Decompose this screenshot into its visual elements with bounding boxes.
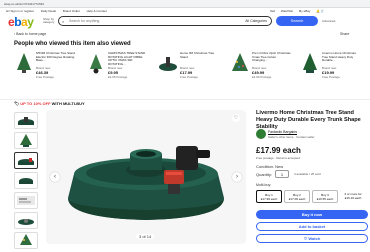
signin-link[interactable]: Hi! Sign in or register <box>6 9 34 13</box>
search-button[interactable]: Search <box>276 16 318 26</box>
multibuy-options: Buy 1 £17.99 each Buy 2 £17.09 each Buy 3 £… <box>256 190 368 204</box>
thumbnail[interactable] <box>14 192 38 209</box>
share-link[interactable]: Share <box>340 32 349 36</box>
seller-name[interactable]: Fantastic Bargains <box>268 130 297 134</box>
multibuy-promo: 🏷 UP TO 10% OFF WITH MULTI-BUY <box>14 101 85 106</box>
also-viewed-card[interactable]: Livermo Home Christmas Tree Stand Heavy … <box>300 51 366 97</box>
prev-image-button[interactable]: ‹ <box>50 172 60 182</box>
daily-deals-link[interactable]: Daily Deals <box>41 9 56 13</box>
product-thumbnail <box>303 53 317 73</box>
shop-by-category[interactable]: Shop by category <box>43 18 57 24</box>
also-viewed-card[interactable]: Home 3M Christmas Tree Stand Brand new £… <box>158 51 220 97</box>
also-viewed-card[interactable]: Pre Lit Fibre Optic Christmas Xmas Tree … <box>230 51 292 97</box>
product-price: £17.99 each <box>256 146 301 155</box>
add-to-basket-button[interactable]: Add to basket <box>256 222 368 231</box>
image-counter: 3 of 14 <box>136 234 155 239</box>
watch-button[interactable]: ♡ Watch <box>256 234 368 243</box>
quantity-label: Quantity: <box>256 172 273 177</box>
also-viewed-card[interactable]: CHRISTMAS TREE STAND ROTATING LIGHT FIBR… <box>86 51 148 97</box>
search-icon: ⌕ <box>62 19 65 24</box>
thumbnail[interactable] <box>14 112 38 129</box>
seller-info: Fantastic Bargains Seller's other items … <box>256 129 368 141</box>
bell-icon[interactable]: 🔔 <box>316 9 320 13</box>
seller-avatar[interactable] <box>256 129 266 139</box>
divider <box>0 99 370 100</box>
product-thumbnail <box>90 54 102 74</box>
thumbnail[interactable] <box>14 132 38 149</box>
quantity-input[interactable]: 1 <box>275 170 289 178</box>
multibuy-option[interactable]: 4 or more for £16.19 each <box>340 190 366 203</box>
thumbnail[interactable] <box>14 172 38 189</box>
main-product-image[interactable]: ‹ › ♡ 3 of 14 <box>46 110 246 244</box>
also-viewed-card[interactable]: 6/5/3M Christmas Tree Stand Electric 360… <box>14 51 76 97</box>
sell-link[interactable]: Sell <box>270 9 275 13</box>
product-thumbnail <box>159 57 177 71</box>
thumbnail[interactable] <box>14 232 38 249</box>
top-nav-right: Sell Watchlist My eBay 🔔 🛒 <box>270 9 325 13</box>
address-bar[interactable]: ebay.co.uk/itm/374321772694 <box>0 0 370 8</box>
thumbnail[interactable] <box>14 212 38 229</box>
condition: Condition: New <box>256 164 284 169</box>
thumbnail-selected[interactable] <box>14 152 38 169</box>
product-thumbnail <box>232 53 248 71</box>
tree-stand-image <box>68 146 224 220</box>
multibuy-option[interactable]: Buy 3 £16.55 each <box>312 190 338 203</box>
next-image-button[interactable]: › <box>232 172 242 182</box>
availability: 4 available / 26 sold <box>294 172 321 176</box>
thumbnail-strip <box>14 112 40 252</box>
multibuy-option[interactable]: Buy 1 £17.99 each <box>256 190 282 203</box>
also-viewed-heading: People who viewed this item also viewed <box>14 41 131 47</box>
top-nav: Hi! Sign in or register Daily Deals Bran… <box>6 9 113 13</box>
myebay-link[interactable]: My eBay <box>299 9 311 13</box>
search-placeholder: Search for anything <box>69 19 100 23</box>
category-select[interactable]: All Categories <box>245 17 267 25</box>
tag-icon: 🏷 <box>14 101 20 106</box>
advanced-search-link[interactable]: Advanced <box>322 19 335 23</box>
cart-icon[interactable]: 🛒 <box>321 9 325 13</box>
ebay-logo[interactable]: ebay <box>8 15 34 29</box>
search-input[interactable]: ⌕ Search for anything All Categories <box>58 16 272 26</box>
product-title: Livermo Home Christmas Tree Stand Heavy … <box>256 110 361 130</box>
shipping-info: Free postage · Returns accepted <box>256 156 300 160</box>
buy-now-button[interactable]: Buy it now <box>256 210 368 219</box>
multibuy-option[interactable]: Buy 2 £17.09 each <box>284 190 310 203</box>
multibuy-label: Multi-buy: <box>256 183 272 187</box>
heart-icon[interactable]: ♡ <box>232 114 240 122</box>
seller-links[interactable]: Seller's other items · Contact seller <box>268 135 314 139</box>
help-link[interactable]: Help & Contact <box>87 9 107 13</box>
brand-outlet-link[interactable]: Brand Outlet <box>63 9 80 13</box>
product-thumbnail <box>17 53 31 73</box>
back-link[interactable]: ‹ Back to home page <box>14 32 46 36</box>
watchlist-link[interactable]: Watchlist <box>281 9 293 13</box>
